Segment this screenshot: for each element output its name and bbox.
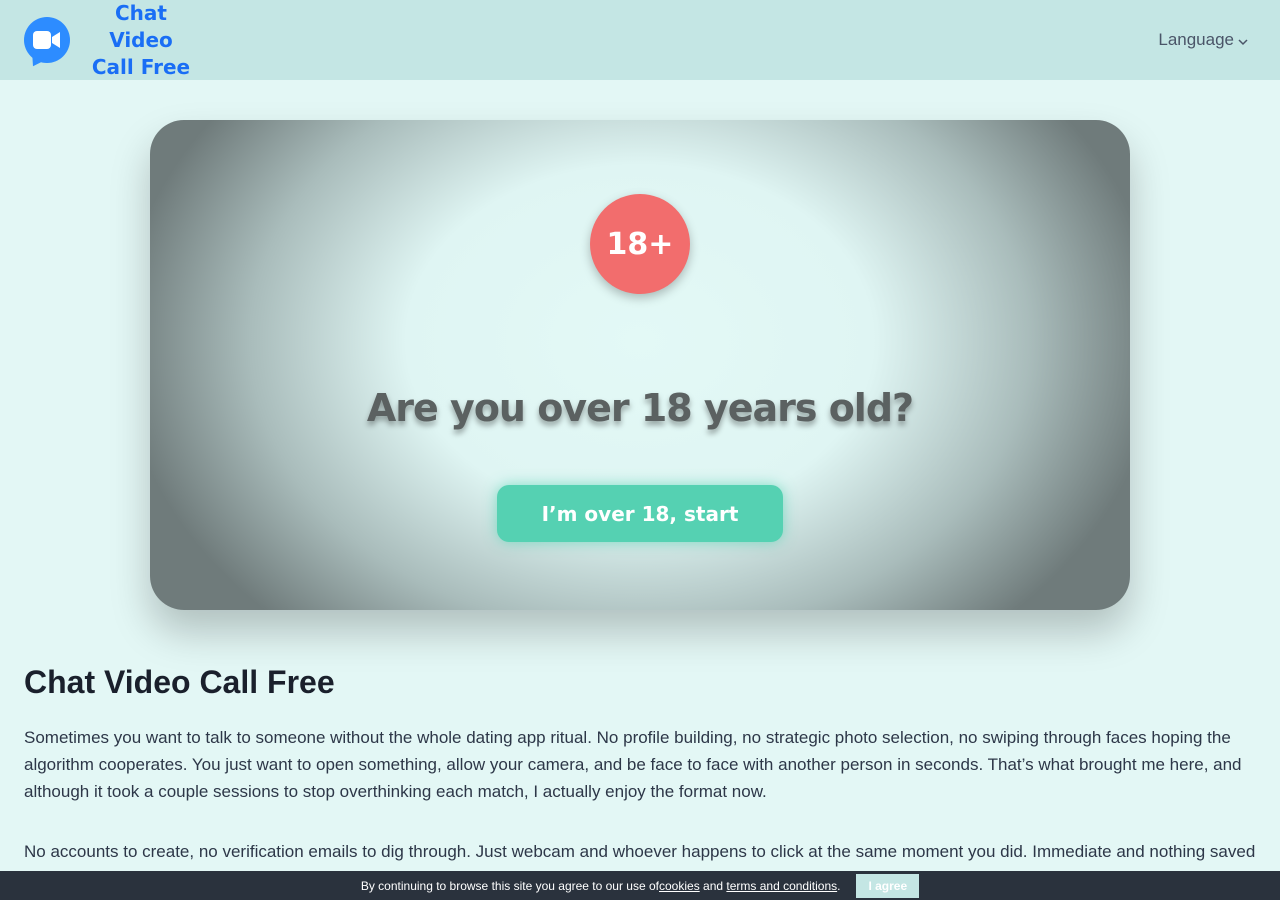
terms-link[interactable]: terms and conditions [726, 879, 837, 893]
cookie-bar: By continuing to browse this site you ag… [0, 871, 1280, 900]
video-chat-bubble-icon [24, 17, 70, 63]
language-label: Language [1158, 30, 1234, 49]
logo-text: Chat Video Call Free [82, 0, 200, 81]
age-verification-card: 18+ Are you over 18 years old? I’m over … [150, 120, 1130, 610]
cookies-link[interactable]: cookies [659, 879, 700, 893]
start-button[interactable]: I’m over 18, start [497, 485, 783, 542]
chevron-down-icon [1238, 38, 1248, 45]
page-title: Chat Video Call Free [24, 664, 335, 700]
agree-button[interactable]: I agree [856, 873, 920, 898]
language-selector[interactable]: Language [1158, 30, 1248, 50]
cookie-text: By continuing to browse this site you ag… [360, 878, 659, 893]
cookie-text-mid: and [699, 878, 727, 893]
age-question: Are you over 18 years old? [366, 386, 914, 430]
logo-line-2: Call Free [91, 54, 191, 79]
site-logo[interactable]: Chat Video Call Free [24, 0, 200, 81]
site-header: Chat Video Call Free Language [0, 0, 1280, 80]
main-content: Chat Video Call Free Sometimes you want … [24, 660, 1256, 900]
logo-line-1: Chat Video [109, 0, 173, 52]
cookie-text-end: . [837, 878, 841, 893]
age-badge: 18+ [590, 194, 690, 294]
intro-paragraph: Sometimes you want to talk to someone wi… [24, 728, 1242, 801]
